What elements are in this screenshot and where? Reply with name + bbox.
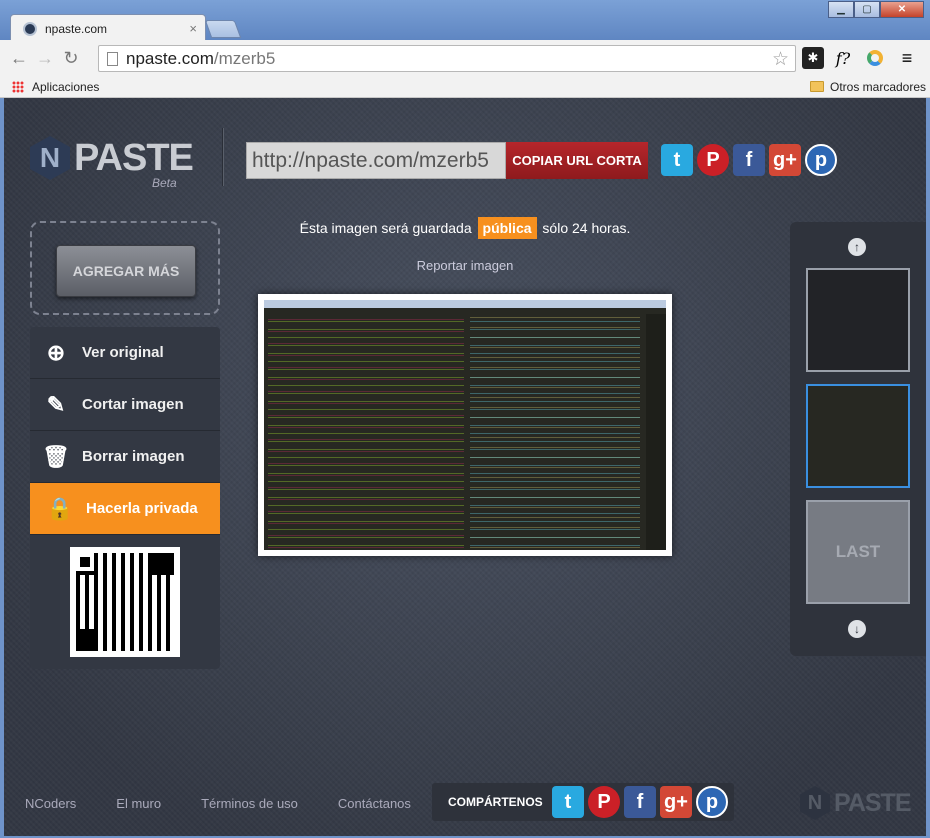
delete-image-button[interactable]: 🗑 Borrar imagen [30,431,220,483]
address-bar[interactable]: npaste.com /mzerb5 ☆ [98,45,796,72]
page-icon [107,51,118,66]
browser-toolbar: ← → ↻ npaste.com /mzerb5 ☆ [0,40,930,76]
trash-icon: 🗑 [42,443,70,469]
page-viewport: N PASTE Beta http://npaste.com/mzerb5 CO… [4,98,926,836]
star-icon[interactable]: ☆ [772,48,789,71]
reload-icon[interactable]: ↻ [58,48,84,69]
npaste-logo[interactable]: N PASTE [30,136,194,180]
hexagon-logo-icon: N [30,136,70,180]
google-plus-icon[interactable]: g+ [660,786,692,818]
footer-link-ncoders[interactable]: NCoders [25,796,76,811]
header-divider [222,128,223,186]
minimize-button[interactable]: ▁ [828,1,854,18]
storage-notice: Ésta imagen será guardada pública sólo 2… [4,217,926,239]
menu-label: Ver original [82,344,164,361]
url-path: /mzerb5 [213,48,276,68]
chrome-menu-icon[interactable]: ≡ [896,47,918,69]
folder-icon [810,81,824,92]
hexagon-logo-icon: N [800,786,830,820]
tab-title: npaste.com [45,21,108,36]
extension-fx-icon[interactable]: f? [832,47,854,69]
arrow-down-icon[interactable]: ↓ [848,620,866,638]
forward-icon[interactable]: → [32,48,58,69]
maximize-button[interactable]: ▢ [854,1,880,18]
bookmark-apps[interactable]: Aplicaciones [32,80,99,94]
window-controls: ▁ ▢ ✕ [828,1,924,18]
tab-close-icon[interactable]: × [189,21,197,36]
share-label: COMPÁRTENOS [448,795,543,809]
share-box: COMPÁRTENOS t P f g+ p [432,783,734,821]
facebook-icon[interactable]: f [733,144,765,176]
footer-social-icons: t P f g+ p [552,786,728,818]
pinterest-icon[interactable]: P [588,786,620,818]
menu-label: Borrar imagen [82,448,185,465]
footer-logo-text: PASTE [834,788,911,817]
arrow-up-icon[interactable]: ↑ [848,238,866,256]
code-editor-screenshot [264,300,666,550]
uploaded-image-preview[interactable] [258,294,672,556]
footer-link-contacto[interactable]: Contáctanos [338,796,411,811]
back-icon[interactable]: ← [6,48,32,69]
short-url-field[interactable]: http://npaste.com/mzerb5 [246,142,506,179]
beta-label: Beta [152,176,177,190]
url-host: npaste.com [126,48,214,68]
public-badge: pública [477,217,537,239]
report-image-link[interactable]: Reportar imagen [4,258,926,273]
pinterest-icon[interactable]: P [697,144,729,176]
make-private-button[interactable]: 🔒 Hacerla privada [30,483,220,535]
header-social-icons: t P f g+ p [661,144,837,176]
thumbnail-strip: ↑ LAST ↓ [790,222,926,656]
npaste-favicon-icon [23,21,37,36]
bookmarks-bar: Aplicaciones Otros marcadores [0,76,930,98]
footer-logo[interactable]: N PASTE [800,786,911,820]
pinterest-alt-icon[interactable]: p [696,786,728,818]
new-tab-button[interactable] [204,20,242,38]
bookmark-other[interactable]: Otros marcadores [830,80,926,94]
menu-label: Cortar imagen [82,396,184,413]
thumbnail-item[interactable] [806,268,910,372]
view-original-button[interactable]: ⊕ Ver original [30,327,220,379]
qr-code [70,547,180,657]
window-titlebar: npaste.com × ▁ ▢ ✕ [0,0,930,42]
extension-puzzle-icon[interactable]: ✱ [802,47,824,69]
footer-link-terminos[interactable]: Términos de uso [201,796,298,811]
logo-text: PASTE [74,136,194,179]
pinterest-alt-icon[interactable]: p [805,144,837,176]
twitter-icon[interactable]: t [661,144,693,176]
edit-icon: ✎ [46,391,66,417]
copy-url-button[interactable]: COPIAR URL CORTA [506,142,648,179]
lock-icon: 🔒 [46,495,74,521]
thumbnail-last[interactable]: LAST [806,500,910,604]
twitter-icon[interactable]: t [552,786,584,818]
close-window-button[interactable]: ✕ [880,1,924,18]
footer-link-el-muro[interactable]: El muro [116,796,161,811]
footer-links: NCoders El muro Términos de uso Contácta… [25,796,411,811]
extension-ring-icon[interactable] [864,47,886,69]
browser-tab[interactable]: npaste.com × [10,14,206,42]
thumbnail-item-selected[interactable] [806,384,910,488]
zoom-in-icon: ⊕ [46,339,66,365]
apps-grid-icon [12,81,24,93]
google-plus-icon[interactable]: g+ [769,144,801,176]
menu-label: Hacerla privada [86,500,198,517]
image-actions-menu: ⊕ Ver original ✎ Cortar imagen 🗑 Borrar … [30,327,220,669]
crop-image-button[interactable]: ✎ Cortar imagen [30,379,220,431]
facebook-icon[interactable]: f [624,786,656,818]
